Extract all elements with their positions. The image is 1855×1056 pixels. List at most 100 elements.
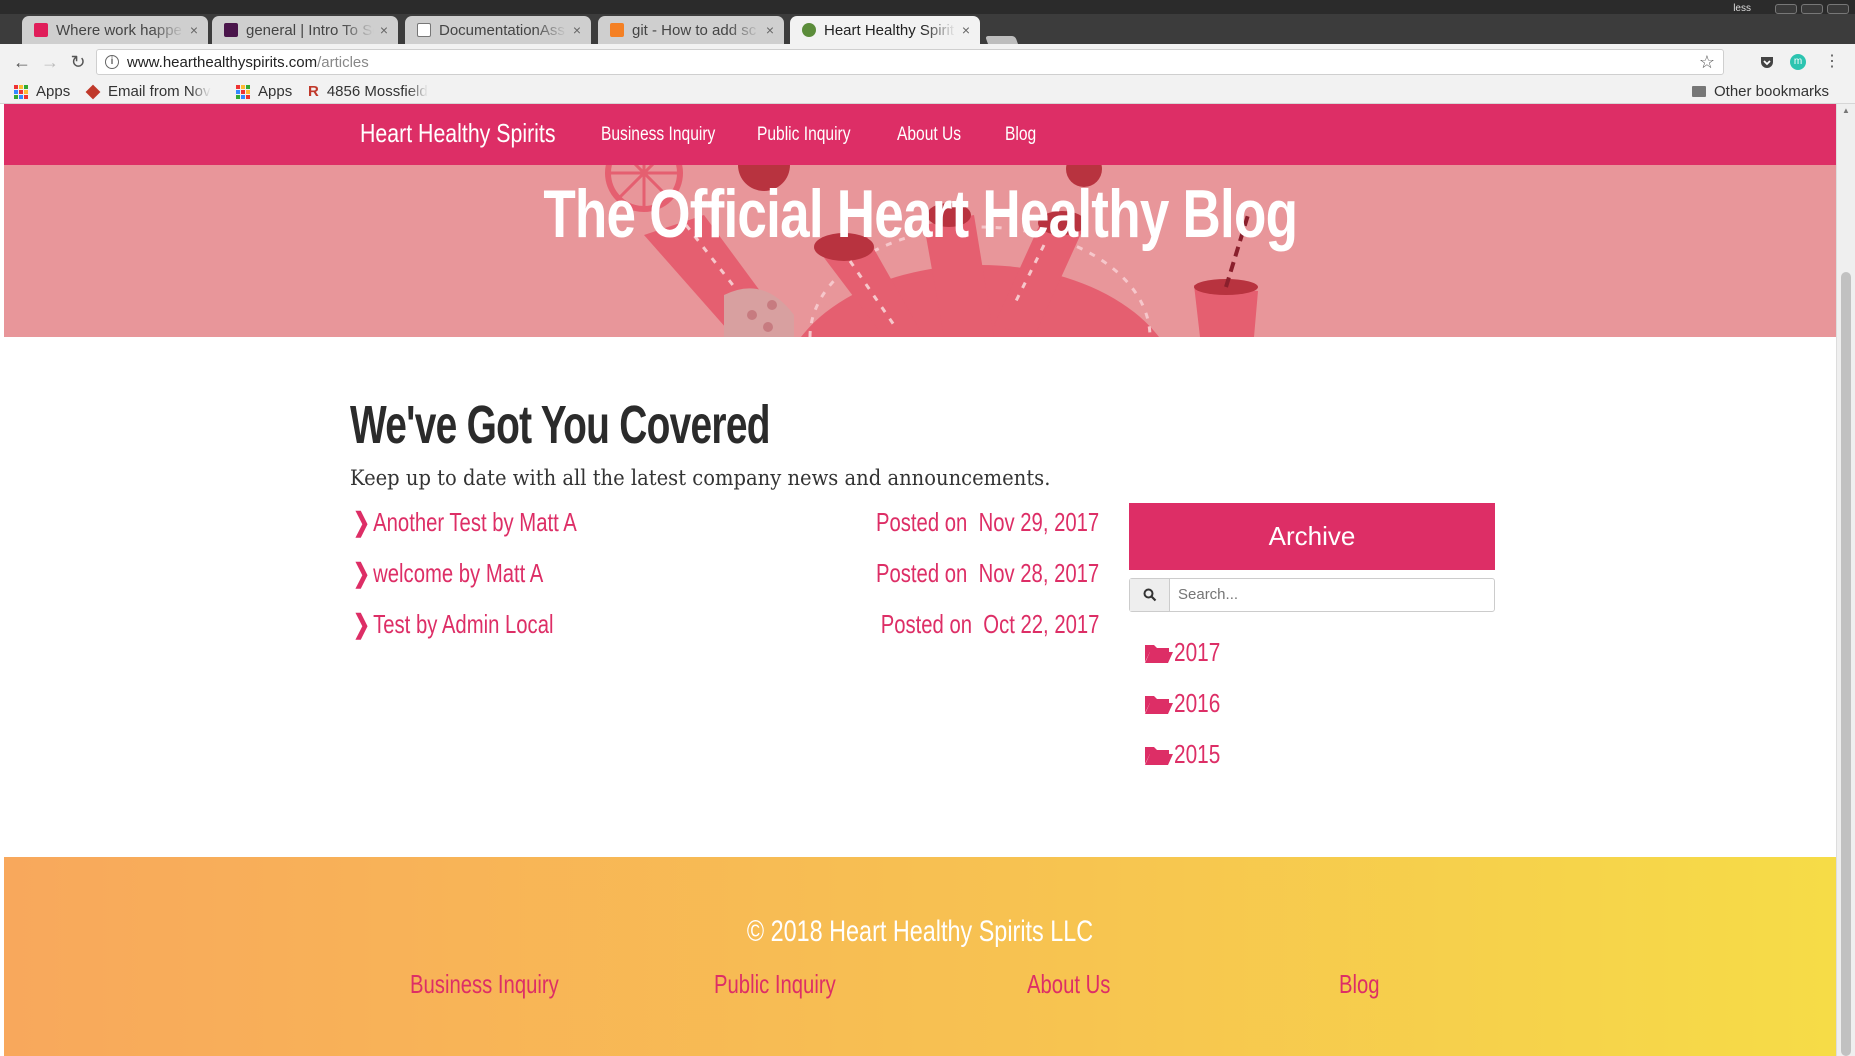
address-bar[interactable]: i www.hearthealthyspirits.com/articles ☆ bbox=[96, 49, 1724, 75]
tab-general[interactable]: general | Intro To So × bbox=[212, 16, 398, 44]
copyright-label: © 2018 Heart Healthy Spirits LLC bbox=[746, 915, 1094, 948]
archive-year-2016[interactable]: 2016 bbox=[1144, 688, 1232, 719]
close-window-button[interactable] bbox=[1827, 4, 1849, 14]
folder-open-icon bbox=[1145, 644, 1173, 663]
tab-title: Heart Healthy Spirit bbox=[824, 21, 955, 39]
nav-business-inquiry[interactable]: Business Inquiry bbox=[601, 124, 715, 146]
bookmark-other[interactable]: Other bookmarks bbox=[1692, 83, 1829, 100]
article-title: Another Test by Matt A bbox=[373, 507, 577, 537]
apps-grid-icon bbox=[14, 84, 28, 99]
footer-business-inquiry[interactable]: Business Inquiry bbox=[410, 969, 559, 1000]
footer-public-inquiry[interactable]: Public Inquiry bbox=[714, 969, 836, 1000]
document-icon bbox=[417, 23, 431, 37]
hash-icon bbox=[224, 23, 238, 37]
r-logo-icon: R bbox=[308, 83, 319, 100]
article-link[interactable]: ❯ Test by Admin Local bbox=[353, 609, 553, 640]
article-row: ❯ Test by Admin Local Posted on Oct 22, … bbox=[353, 607, 1099, 643]
tab-title: git - How to add sc bbox=[632, 21, 757, 39]
browser-toolbar: ← → ↻ i www.hearthealthyspirits.com/arti… bbox=[0, 44, 1855, 80]
window-titlebar: less bbox=[0, 0, 1855, 14]
minimize-button[interactable] bbox=[1775, 4, 1797, 14]
reload-icon[interactable]: ↻ bbox=[68, 52, 88, 72]
scroll-up-icon[interactable]: ▲ bbox=[1842, 106, 1850, 115]
window-label: less bbox=[1733, 3, 1751, 14]
tab-strip: Where work happe × general | Intro To So… bbox=[0, 14, 1855, 52]
article-date: Posted on Oct 22, 2017 bbox=[880, 609, 1099, 640]
info-icon[interactable]: i bbox=[105, 55, 119, 69]
bookmark-label: Apps bbox=[258, 83, 293, 100]
tab-title: general | Intro To So bbox=[246, 21, 374, 39]
bookmark-label: 4856 Mossfield bbox=[326, 83, 428, 100]
tab-close-icon[interactable]: × bbox=[962, 22, 970, 38]
menu-kebab-icon[interactable]: ⋮ bbox=[1822, 52, 1842, 72]
article-date-value: Oct 22, 2017 bbox=[982, 609, 1099, 639]
tab-title: DocumentationAss bbox=[439, 21, 565, 39]
site-navbar: Heart Healthy Spirits Business Inquiry P… bbox=[4, 104, 1836, 165]
tab-heart-healthy[interactable]: Heart Healthy Spirit × bbox=[790, 16, 980, 44]
search-input[interactable] bbox=[1178, 586, 1478, 603]
fruit-shape bbox=[724, 288, 794, 337]
chevron-right-icon: ❯ bbox=[353, 609, 371, 639]
url-host: www.hearthealthyspirits.com bbox=[127, 53, 318, 71]
tab-close-icon[interactable]: × bbox=[573, 22, 581, 38]
article-date: Posted on Nov 28, 2017 bbox=[876, 558, 1099, 589]
article-date-value: Nov 29, 2017 bbox=[978, 507, 1099, 537]
nav-public-inquiry[interactable]: Public Inquiry bbox=[757, 124, 851, 146]
bookmark-email[interactable]: Email from Nov bbox=[85, 83, 211, 100]
posted-prefix: Posted on bbox=[875, 558, 968, 588]
page-subtitle: Keep up to date with all the latest comp… bbox=[350, 466, 1051, 490]
year-label: 2017 bbox=[1174, 637, 1221, 667]
archive-header: Archive bbox=[1129, 503, 1495, 570]
tab-slack[interactable]: Where work happe × bbox=[22, 16, 208, 44]
email-bookmark-icon bbox=[85, 84, 101, 99]
chevron-right-icon: ❯ bbox=[353, 558, 371, 588]
forward-arrow-icon[interactable]: → bbox=[40, 52, 60, 72]
posted-prefix: Posted on bbox=[875, 507, 968, 537]
folder-open-icon bbox=[1145, 746, 1173, 765]
bookmark-label: Apps bbox=[36, 83, 71, 100]
tab-title: Where work happe bbox=[56, 21, 182, 39]
search-icon[interactable] bbox=[1130, 579, 1170, 611]
maximize-button[interactable] bbox=[1801, 4, 1823, 14]
site-footer: © 2018 Heart Healthy Spirits LLC Busines… bbox=[4, 857, 1836, 1056]
bookmark-apps[interactable]: Apps bbox=[14, 83, 70, 100]
article-title: welcome by Matt A bbox=[373, 558, 544, 588]
archive-year-2017[interactable]: 2017 bbox=[1144, 637, 1232, 668]
archive-year-2015[interactable]: 2015 bbox=[1144, 739, 1232, 770]
site-favicon-icon bbox=[802, 23, 816, 37]
seed-dot bbox=[767, 300, 777, 310]
footer-blog[interactable]: Blog bbox=[1339, 969, 1380, 1000]
bookmark-address[interactable]: R 4856 Mossfield bbox=[308, 83, 428, 100]
seed-dot bbox=[747, 310, 757, 320]
extension-m-icon[interactable]: m bbox=[1790, 54, 1806, 70]
tab-documentation[interactable]: DocumentationAss × bbox=[405, 16, 591, 44]
back-arrow-icon[interactable]: ← bbox=[12, 52, 32, 72]
article-row: ❯ Another Test by Matt A Posted on Nov 2… bbox=[353, 505, 1099, 541]
article-link[interactable]: ❯ Another Test by Matt A bbox=[353, 507, 577, 538]
tab-close-icon[interactable]: × bbox=[190, 22, 198, 38]
tab-stackoverflow[interactable]: git - How to add sc × bbox=[598, 16, 784, 44]
scroll-thumb[interactable] bbox=[1841, 272, 1851, 1056]
folder-open-icon bbox=[1145, 695, 1173, 714]
article-title: Test by Admin Local bbox=[373, 609, 554, 639]
article-link[interactable]: ❯ welcome by Matt A bbox=[353, 558, 543, 589]
page-scrollbar[interactable]: ▲ bbox=[1836, 104, 1855, 1056]
bookmark-star-icon[interactable]: ☆ bbox=[1699, 52, 1715, 73]
tab-close-icon[interactable]: × bbox=[380, 22, 388, 38]
footer-about-us[interactable]: About Us bbox=[1027, 969, 1110, 1000]
page-title: We've Got You Covered bbox=[350, 395, 770, 455]
tab-close-icon[interactable]: × bbox=[766, 22, 774, 38]
folder-icon bbox=[1692, 86, 1706, 97]
nav-blog[interactable]: Blog bbox=[1005, 124, 1036, 146]
year-label: 2016 bbox=[1174, 688, 1221, 718]
bookmark-apps-2[interactable]: Apps bbox=[236, 83, 292, 100]
brand-link[interactable]: Heart Healthy Spirits bbox=[360, 118, 556, 149]
page-viewport: Heart Healthy Spirits Business Inquiry P… bbox=[4, 104, 1836, 1056]
url-path: /articles bbox=[317, 53, 369, 71]
nav-about-us[interactable]: About Us bbox=[897, 124, 961, 146]
year-label: 2015 bbox=[1174, 739, 1221, 769]
copyright-text: © 2018 Heart Healthy Spirits LLC bbox=[4, 915, 1836, 949]
seed-dot bbox=[763, 322, 773, 332]
pocket-icon[interactable] bbox=[1759, 54, 1775, 70]
hero-banner: The Official Heart Healthy Blog bbox=[4, 165, 1836, 337]
